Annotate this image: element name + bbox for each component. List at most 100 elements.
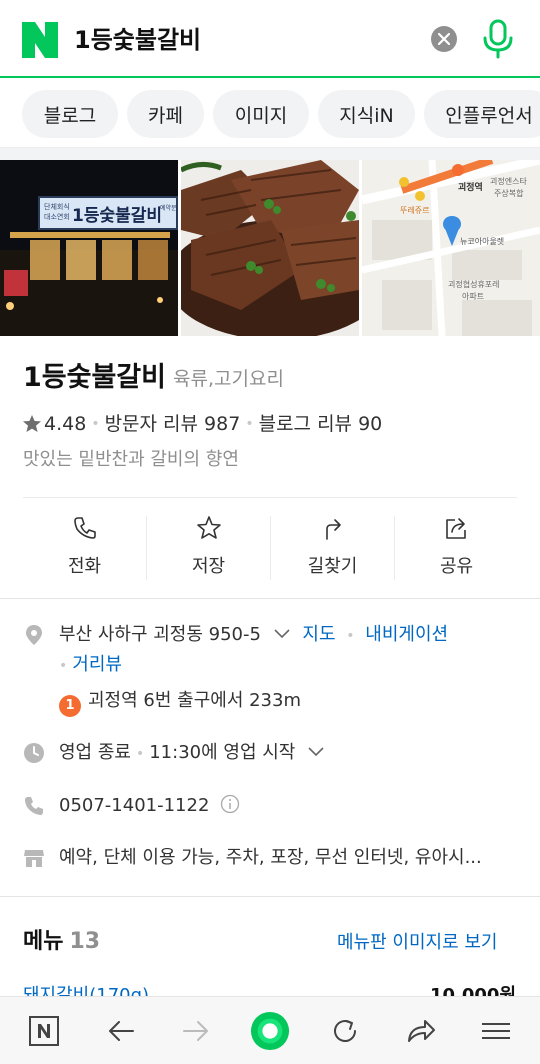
search-bar: 1등숯불갈비	[0, 0, 540, 78]
place-name[interactable]: 1등숯불갈비	[23, 360, 166, 396]
divider	[23, 497, 517, 498]
menu-heading: 메뉴 13	[23, 926, 100, 958]
business-status: 영업 종료	[59, 742, 131, 763]
share-icon	[445, 518, 466, 539]
browser-bottom-bar	[0, 996, 540, 1064]
chip-kin[interactable]: 지식iN	[318, 90, 415, 138]
divider	[0, 896, 540, 897]
map-label-6: 아파트	[462, 291, 484, 301]
map-label-4: 뉴코아아울렛	[460, 236, 504, 246]
back-icon	[109, 1021, 134, 1041]
store-icon	[24, 850, 44, 867]
separator-dot: •	[135, 746, 145, 762]
map-label-3: 뚜레쥬르	[400, 206, 429, 215]
menu-count: 13	[69, 929, 101, 954]
map-label-station: 괴정역	[458, 181, 483, 193]
menu-image-link[interactable]: 메뉴판 이미지로 보기	[337, 929, 497, 957]
phone-filled-icon	[25, 797, 43, 815]
streetview-row: • 거리뷰	[59, 650, 122, 681]
forward-icon	[183, 1021, 208, 1041]
menu-title: 메뉴	[23, 929, 64, 954]
galbi-image	[181, 160, 359, 336]
microphone-icon[interactable]	[480, 19, 516, 59]
share-label: 공유	[439, 556, 474, 577]
map-label-1: 괴정엔스타	[490, 176, 527, 186]
chevron-down-icon[interactable]	[307, 746, 325, 758]
chip-influencer[interactable]: 인플루언서	[424, 90, 540, 138]
map-label-5: 괴정협성휴포레	[448, 279, 500, 289]
phone-icon	[73, 517, 96, 539]
place-category: 육류,고기요리	[173, 368, 284, 390]
rating-value: 4.48	[44, 413, 87, 435]
chip-cafe[interactable]: 카페	[127, 90, 204, 138]
visitor-review-link[interactable]: 방문자 리뷰 987	[105, 409, 241, 439]
separator-dot: •	[245, 416, 254, 432]
blog-review-link[interactable]: 블로그 리뷰 90	[259, 409, 383, 439]
naver-home-icon	[29, 1016, 59, 1046]
map-image: 괴정역 괴정엔스타 주상복합 뚜레쥬르 뉴코아아울렛 괴정협성휴포레 아파트	[362, 160, 540, 336]
streetview-link[interactable]: 거리뷰	[72, 654, 122, 675]
clock-icon	[24, 743, 44, 763]
location-pin-icon	[26, 625, 42, 645]
star-icon	[23, 415, 41, 432]
separator-dot: •	[91, 416, 100, 432]
hours-row[interactable]: 영업 종료 • 11:30에 영업 시작	[59, 738, 325, 769]
storefront-image: 단체회식 대소연회 1등숯불갈비 예약문의	[0, 160, 178, 336]
amenities-text[interactable]: 예약, 단체 이용 가능, 주차, 포장, 무선 인터넷, 유아시...	[59, 843, 482, 873]
refresh-button[interactable]	[325, 1011, 365, 1051]
forward-button[interactable]	[176, 1011, 216, 1051]
divider	[0, 598, 540, 599]
save-label: 저장	[191, 556, 226, 577]
share-page-button[interactable]	[401, 1011, 441, 1051]
sign-main-text: 1등숯불갈비	[72, 206, 162, 226]
map-link[interactable]: 지도	[302, 624, 335, 645]
directions-button[interactable]: 길찾기	[271, 500, 394, 596]
chevron-down-icon[interactable]	[273, 628, 291, 640]
chip-blog[interactable]: 블로그	[22, 90, 118, 138]
map-label-2: 주상복합	[494, 188, 524, 198]
share-button[interactable]: 공유	[395, 500, 518, 596]
close-icon	[438, 33, 450, 45]
phone-number[interactable]: 0507-1401-1122	[59, 795, 209, 816]
filter-chips: 블로그 카페 이미지 지식iN 인플루언서	[0, 80, 540, 148]
menu-button[interactable]	[476, 1011, 516, 1051]
naver-home-button[interactable]	[24, 1011, 64, 1051]
green-dot-icon	[250, 1011, 290, 1051]
share-arrow-icon	[408, 1020, 435, 1042]
separator-dot: •	[346, 628, 355, 644]
rating-row: 4.48 • 방문자 리뷰 987 • 블로그 리뷰 90	[22, 409, 382, 439]
refresh-icon	[334, 1020, 356, 1042]
back-button[interactable]	[101, 1011, 141, 1051]
navigation-link[interactable]: 내비게이션	[365, 624, 448, 645]
sign-line1: 단체회식	[44, 202, 70, 211]
next-open-time: 11:30에 영업 시작	[149, 742, 296, 763]
directions-arrow-icon	[325, 519, 341, 540]
photo-strip: 단체회식 대소연회 1등숯불갈비 예약문의	[0, 160, 540, 336]
action-buttons: 전화 저장 길찾기 공유	[23, 500, 517, 596]
star-outline-icon	[196, 516, 221, 539]
green-dot-button[interactable]	[250, 1011, 290, 1051]
station-row: 1 괴정역 6번 출구에서 233m	[59, 686, 301, 717]
phone-row: 0507-1401-1122	[59, 791, 240, 821]
search-input[interactable]: 1등숯불갈비	[74, 22, 201, 58]
address-row: 부산 사하구 괴정동 950-5 지도 • 내비게이션	[59, 620, 448, 651]
food-photo[interactable]	[181, 160, 359, 336]
call-button[interactable]: 전화	[23, 500, 146, 596]
map-thumbnail[interactable]: 괴정역 괴정엔스타 주상복합 뚜레쥬르 뉴코아아울렛 괴정협성휴포레 아파트	[362, 160, 540, 336]
section-gap	[0, 148, 540, 160]
storefront-photo[interactable]: 단체회식 대소연회 1등숯불갈비 예약문의	[0, 160, 178, 336]
place-description: 맛있는 밑반찬과 갈비의 향연	[23, 449, 239, 470]
sign-line2: 대소연회	[44, 213, 70, 221]
directions-label: 길찾기	[307, 556, 358, 577]
chip-image[interactable]: 이미지	[213, 90, 309, 138]
sign-side-text: 예약문의	[160, 204, 178, 212]
separator-dot: •	[59, 658, 68, 674]
info-icon[interactable]	[220, 794, 240, 814]
clear-search-button[interactable]	[431, 26, 457, 52]
subway-line-badge: 1	[59, 695, 81, 717]
call-label: 전화	[67, 556, 102, 577]
save-button[interactable]: 저장	[147, 500, 270, 596]
naver-logo-icon[interactable]	[22, 22, 58, 58]
address-text[interactable]: 부산 사하구 괴정동 950-5	[59, 624, 261, 645]
station-distance-text: 괴정역 6번 출구에서 233m	[88, 690, 301, 711]
